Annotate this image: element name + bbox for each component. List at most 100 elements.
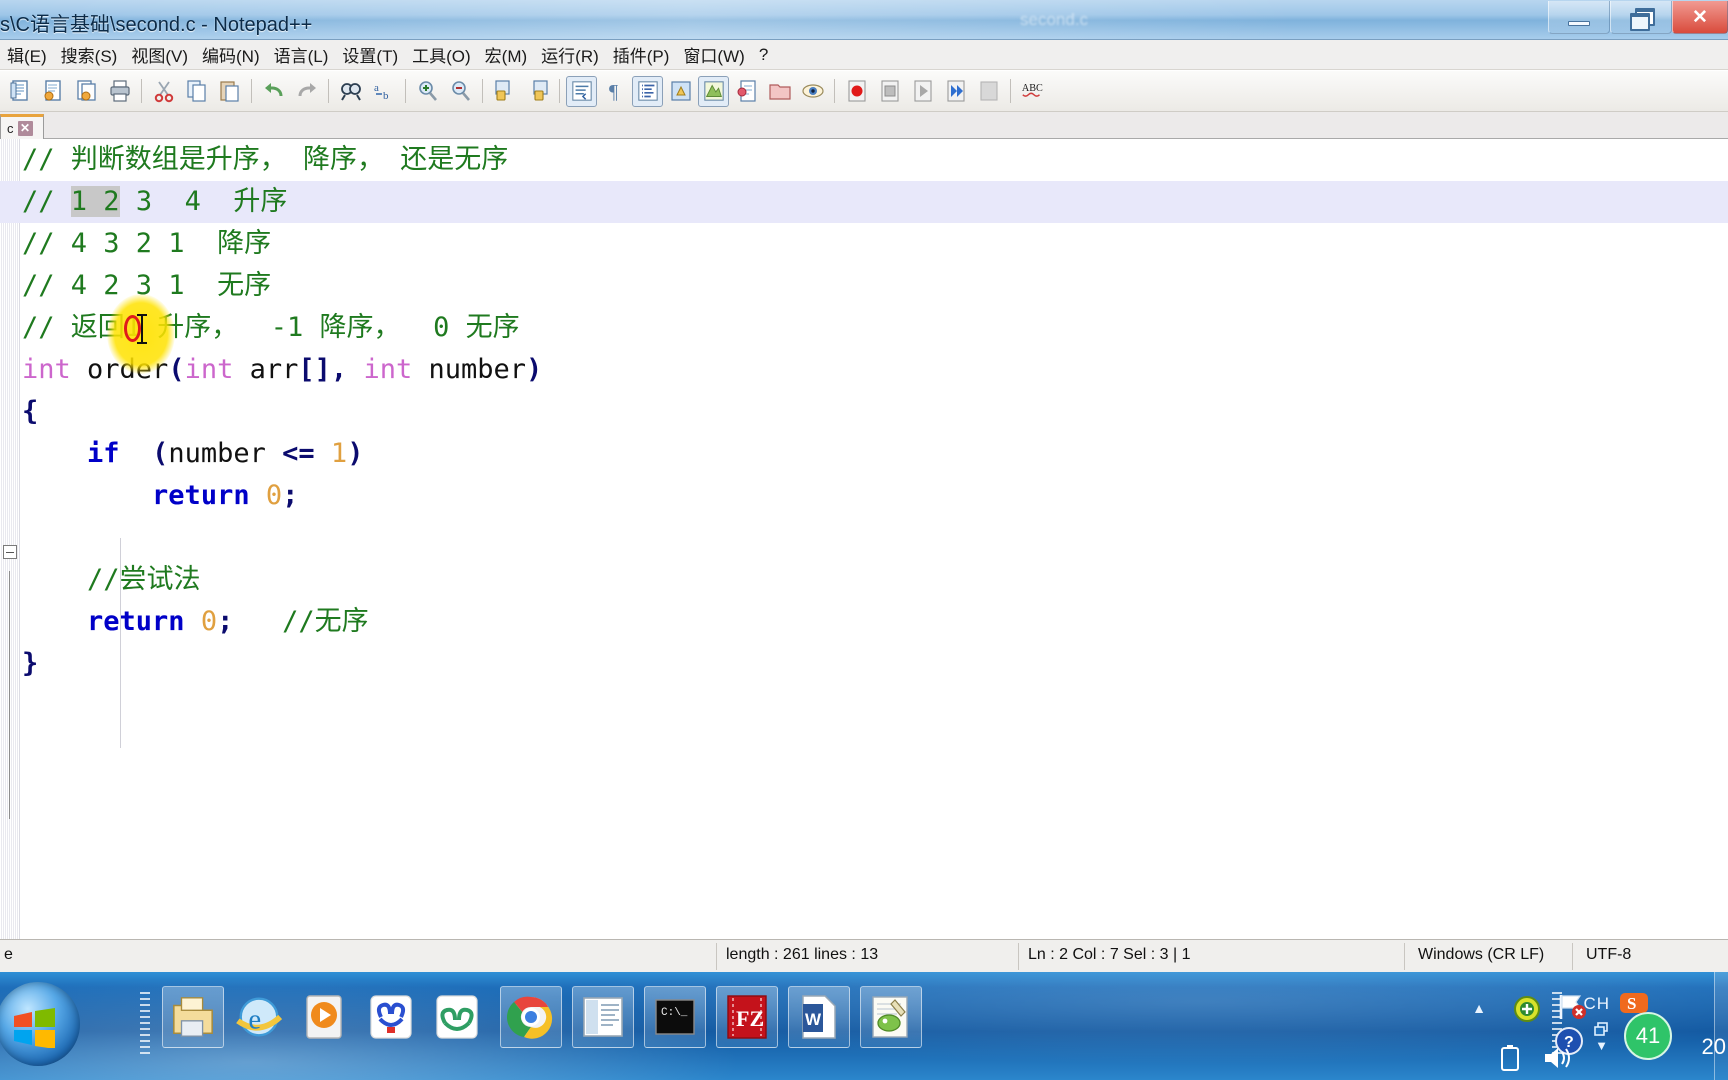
status-divider	[1572, 943, 1573, 970]
zoom-in-icon[interactable]	[412, 76, 443, 107]
menu-item-view[interactable]: 视图(V)	[124, 39, 195, 70]
code-text-area[interactable]: // 判断数组是升序， 降序， 还是无序 // 1 2 3 4 升序 // 4 3 …	[0, 139, 1728, 939]
volume-icon[interactable]	[1542, 1044, 1576, 1077]
command-prompt-icon[interactable]: C:\_	[644, 986, 706, 1048]
code-line[interactable]: // 判断数组是升序， 降序， 还是无序	[20, 139, 1728, 181]
indent-guide-icon[interactable]	[632, 75, 663, 107]
title-bar[interactable]: s\C语言基础\second.c - Notepad++ second.c ✕	[0, 0, 1728, 40]
file-explorer-icon[interactable]	[162, 986, 224, 1048]
svg-text:¶: ¶	[609, 81, 618, 103]
monitor-icon[interactable]	[797, 76, 828, 107]
function-list-icon[interactable]	[731, 76, 762, 107]
spell-check-icon[interactable]: ABC	[1017, 76, 1048, 107]
menu-item-search[interactable]: 搜索(S)	[54, 39, 125, 70]
folder-as-workspace-icon[interactable]	[764, 76, 795, 107]
code-token: //尝试法	[22, 564, 201, 595]
flag-error-icon[interactable]	[1556, 992, 1588, 1027]
code-line[interactable]: // 返回1 升序， -1 降序， 0 无序	[20, 307, 1728, 349]
menu-item-encoding[interactable]: 编码(N)	[195, 39, 267, 70]
show-all-chars-icon[interactable]: ¶	[599, 76, 630, 107]
code-editor[interactable]: // 判断数组是升序， 降序， 还是无序 // 1 2 3 4 升序 // 4 3 …	[0, 139, 1728, 939]
cut-icon[interactable]	[148, 76, 179, 107]
open-file-icon[interactable]	[38, 76, 69, 107]
menu-item-window[interactable]: 窗口(W)	[676, 39, 751, 70]
tab-close-icon[interactable]: ✕	[17, 120, 33, 136]
code-line[interactable]: if (number <= 1)	[20, 433, 1728, 475]
battery-icon[interactable]	[1500, 1044, 1520, 1077]
window-app-icon[interactable]	[572, 986, 634, 1048]
baidu-netdisk-icon[interactable]	[360, 986, 422, 1048]
menu-item-language[interactable]: 语言(L)	[267, 39, 336, 70]
code-token: 3 4 升序	[119, 186, 288, 217]
macro-run-multi-icon[interactable]	[940, 76, 971, 107]
macro-save-icon[interactable]	[973, 76, 1004, 107]
minimize-button[interactable]	[1548, 1, 1610, 34]
udl-dialog-icon[interactable]	[665, 76, 696, 107]
zoom-out-icon[interactable]	[445, 76, 476, 107]
notepad-plus-plus-icon[interactable]	[860, 986, 922, 1048]
code-token: // 4 3 2 1 降序	[22, 228, 272, 259]
show-desktop-button[interactable]	[1714, 972, 1728, 1080]
cloud-music-icon[interactable]	[426, 986, 488, 1048]
menu-item-edit[interactable]: 辑(E)	[0, 39, 54, 70]
chevron-down-icon[interactable]: ▼	[1595, 1038, 1608, 1053]
tab-second-c[interactable]: c ✕	[0, 114, 44, 139]
code-line[interactable]: // 1 2 3 4 升序	[0, 181, 1728, 223]
save-file-icon[interactable]	[71, 76, 102, 107]
macro-stop-icon[interactable]	[874, 76, 905, 107]
redo-icon[interactable]	[291, 76, 322, 107]
fold-margin[interactable]	[0, 139, 20, 939]
code-line[interactable]: //尝试法	[20, 559, 1728, 601]
shield-plus-icon[interactable]	[1512, 994, 1542, 1029]
copy-icon[interactable]	[181, 76, 212, 107]
menu-item-run[interactable]: 运行(R)	[534, 39, 606, 70]
code-line[interactable]: return 0; //无序	[20, 601, 1728, 643]
code-line[interactable]: // 4 3 2 1 降序	[20, 223, 1728, 265]
status-eol-format[interactable]: Windows (CR LF)	[1418, 946, 1544, 964]
code-line[interactable]: }	[20, 643, 1728, 685]
menu-item-settings[interactable]: 设置(T)	[335, 39, 405, 70]
microsoft-word-icon[interactable]: W	[788, 986, 850, 1048]
internet-explorer-icon[interactable]: e	[228, 986, 290, 1048]
code-token: // 4 2 3 1 无序	[22, 270, 272, 301]
code-line[interactable]: {	[20, 391, 1728, 433]
macro-play-icon[interactable]	[907, 76, 938, 107]
word-wrap-icon[interactable]	[566, 75, 597, 107]
code-line[interactable]: // 4 2 3 1 无序	[20, 265, 1728, 307]
code-line[interactable]	[20, 517, 1728, 559]
sync-scroll-v-icon[interactable]	[489, 76, 520, 107]
doc-map-icon[interactable]	[698, 75, 729, 107]
macro-record-icon[interactable]	[841, 76, 872, 107]
status-divider	[716, 943, 717, 970]
code-line[interactable]: return 0;	[20, 475, 1728, 517]
notification-count-badge[interactable]: 41	[1620, 1008, 1676, 1069]
start-button[interactable]	[0, 982, 80, 1066]
toolbar-separator	[251, 79, 252, 103]
media-player-icon[interactable]	[294, 986, 356, 1048]
restore-button[interactable]	[1610, 1, 1672, 34]
undo-icon[interactable]	[258, 76, 289, 107]
replace-icon[interactable]: a b	[368, 76, 399, 107]
toolbar-separator	[328, 79, 329, 103]
find-icon[interactable]	[335, 76, 366, 107]
sync-scroll-h-icon[interactable]	[522, 76, 553, 107]
menu-item-tools[interactable]: 工具(O)	[405, 39, 478, 70]
filezilla-icon[interactable]: FZ	[716, 986, 778, 1048]
google-chrome-icon[interactable]	[500, 986, 562, 1048]
menu-item-help[interactable]: ?	[752, 42, 775, 68]
status-encoding[interactable]: UTF-8	[1586, 946, 1631, 964]
close-button[interactable]: ✕	[1672, 1, 1728, 34]
code-token: // 返回1 升序， -1 降序， 0 无序	[22, 312, 520, 343]
fold-toggle-icon[interactable]	[3, 545, 17, 559]
paste-icon[interactable]	[214, 76, 245, 107]
taskbar-grip[interactable]	[140, 992, 150, 1054]
code-token: )	[526, 354, 543, 385]
code-token: int	[184, 354, 234, 385]
code-line[interactable]: int order(int arr[], int number)	[20, 349, 1728, 391]
menu-item-macro[interactable]: 宏(M)	[478, 39, 534, 70]
new-file-icon[interactable]	[5, 76, 36, 107]
print-icon[interactable]	[104, 76, 135, 107]
menu-item-plugins[interactable]: 插件(P)	[606, 39, 677, 70]
show-hidden-icons-arrow[interactable]: ▲	[1472, 1000, 1486, 1016]
